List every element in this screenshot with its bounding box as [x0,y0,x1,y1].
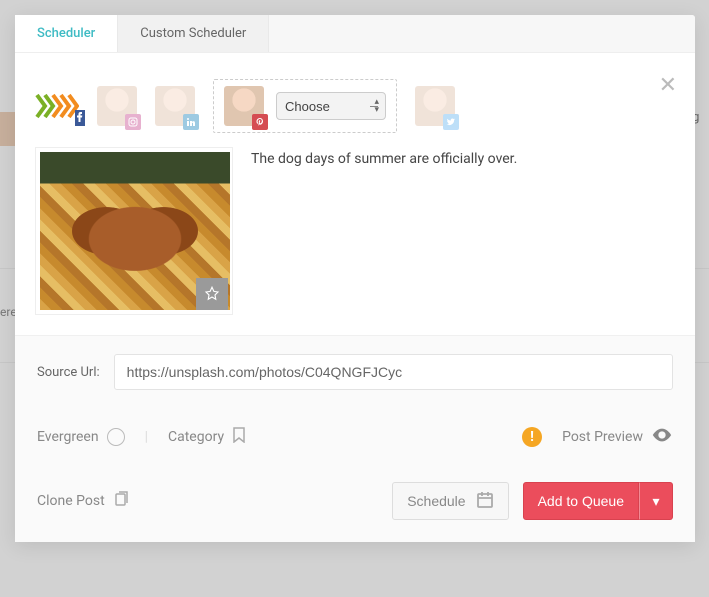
account-twitter[interactable] [415,86,455,126]
clone-post-label: Clone Post [37,493,105,509]
pinterest-board-select-wrap: Choose ▴▾ [276,92,386,120]
twitter-icon [443,114,459,130]
accounts-row: Choose ▴▾ [15,53,695,143]
linkedin-icon [183,114,199,130]
star-icon [203,285,221,303]
scheduler-modal: Scheduler Custom Scheduler ✕ [15,15,695,542]
options-divider: | [145,429,148,445]
close-icon[interactable]: ✕ [659,73,677,98]
tab-custom-scheduler[interactable]: Custom Scheduler [118,15,269,52]
post-image-card [35,147,233,315]
post-preview-label: Post Preview [562,429,643,445]
evergreen-label: Evergreen [37,429,99,445]
options-row: Evergreen | Category ! Post Preview [15,408,695,466]
warning-icon: ! [522,427,542,447]
modal-tabs: Scheduler Custom Scheduler [15,15,695,53]
add-to-queue-dropdown[interactable]: ▾ [639,482,673,520]
calendar-icon [476,491,494,512]
circle-toggle-icon [107,428,125,446]
source-url-row: Source Url: [15,336,695,408]
pinterest-board-select[interactable]: Choose [276,92,386,120]
category-label: Category [168,429,224,445]
favorite-toggle[interactable] [196,278,228,310]
evergreen-toggle[interactable]: Evergreen [37,428,125,446]
instagram-icon [125,114,141,130]
bookmark-icon [232,427,246,447]
schedule-button[interactable]: Schedule [392,482,508,520]
post-caption[interactable]: The dog days of summer are officially ov… [251,147,675,315]
add-to-queue-button[interactable]: Add to Queue [523,482,639,520]
source-url-input[interactable] [114,354,673,390]
source-url-label: Source Url: [37,365,100,380]
add-to-queue-group: Add to Queue ▾ [523,482,673,520]
category-button[interactable]: Category [168,427,246,447]
clone-post-button[interactable]: Clone Post [37,491,129,511]
tab-scheduler[interactable]: Scheduler [15,15,118,52]
pinterest-group: Choose ▴▾ [213,79,397,133]
account-instagram[interactable] [97,86,137,126]
app-logo [35,91,79,121]
action-row: Clone Post Schedule Add to Queue ▾ [15,466,695,542]
schedule-label: Schedule [407,493,465,509]
modal-footer: Source Url: Evergreen | Category ! Post … [15,335,695,542]
facebook-icon [75,110,85,126]
account-pinterest[interactable] [224,86,264,126]
copy-icon [113,491,129,511]
pinterest-icon [252,114,268,130]
post-preview-button[interactable]: Post Preview [562,424,673,450]
caret-down-icon: ▾ [652,493,659,510]
account-linkedin[interactable] [155,86,195,126]
content-row: The dog days of summer are officially ov… [15,143,695,335]
eye-icon [651,424,673,450]
